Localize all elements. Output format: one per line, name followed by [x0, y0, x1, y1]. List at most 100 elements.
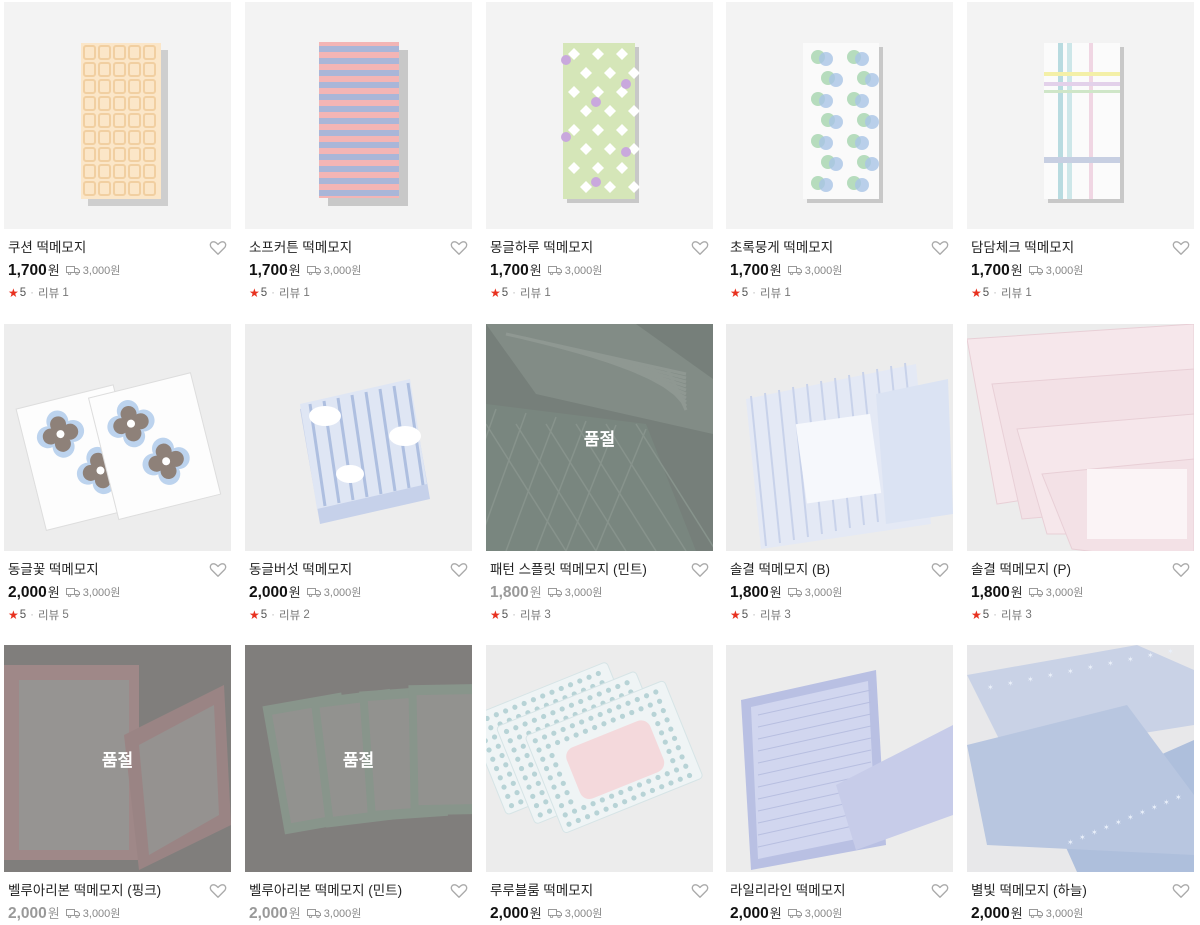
review-count[interactable]: 3 — [544, 609, 550, 621]
review-count[interactable]: 5 — [62, 609, 68, 621]
price-row: 2,000 원 3,000원 — [971, 903, 1190, 923]
currency-label: 원 — [769, 263, 782, 278]
product-thumbnail[interactable] — [726, 2, 953, 229]
shipping-fee: 3,000원 — [65, 262, 120, 278]
product-name[interactable]: 패턴 스플릿 떡메모지 (민트) — [490, 561, 709, 578]
review-count[interactable]: 2 — [303, 609, 309, 621]
heart-icon[interactable] — [931, 562, 949, 578]
heart-icon[interactable] — [931, 883, 949, 899]
product-name[interactable]: 소프커튼 떡메모지 — [249, 239, 468, 256]
product-thumbnail[interactable] — [486, 2, 713, 229]
product-card[interactable]: 동글꽃 떡메모지 2,000 원 3,000원 ★ 5 · 리뷰 5 — [4, 324, 231, 623]
product-thumbnail[interactable] — [726, 324, 953, 551]
product-card[interactable]: 담담체크 떡메모지 1,700 원 3,000원 ★ 5 · 리뷰 1 — [967, 2, 1194, 301]
product-card[interactable]: 몽글하루 떡메모지 1,700 원 3,000원 ★ 5 · 리뷰 1 — [486, 2, 713, 301]
product-name[interactable]: 벨루아리본 떡메모지 (핑크) — [8, 882, 227, 899]
review-label[interactable]: 리뷰 — [520, 607, 541, 623]
shipping-fee-text: 3,000원 — [804, 265, 843, 277]
heart-icon[interactable] — [450, 240, 468, 256]
review-label[interactable]: 리뷰 — [38, 607, 59, 623]
heart-icon[interactable] — [209, 562, 227, 578]
review-count[interactable]: 1 — [1025, 287, 1031, 299]
product-name[interactable]: 라일리라인 떡메모지 — [730, 882, 949, 899]
heart-icon[interactable] — [1172, 240, 1190, 256]
review-count[interactable]: 1 — [62, 287, 68, 299]
star-icon: ★ — [730, 608, 741, 622]
review-count[interactable]: 1 — [303, 287, 309, 299]
product-thumbnail[interactable] — [967, 324, 1194, 551]
heart-icon[interactable] — [450, 562, 468, 578]
product-name[interactable]: 별빛 떡메모지 (하늘) — [971, 882, 1190, 899]
product-name[interactable]: 동글꽃 떡메모지 — [8, 561, 227, 578]
product-card[interactable]: 소프커튼 떡메모지 1,700 원 3,000원 ★ 5 · 리뷰 1 — [245, 2, 472, 301]
product-name[interactable]: 솔결 떡메모지 (B) — [730, 561, 949, 578]
product-card[interactable]: 쿠션 떡메모지 1,700 원 3,000원 ★ 5 · 리뷰 1 — [4, 2, 231, 301]
product-thumbnail[interactable] — [726, 645, 953, 872]
product-card[interactable]: 솔결 떡메모지 (P) 1,800 원 3,000원 ★ 5 · 리뷰 3 — [967, 324, 1194, 623]
product-name[interactable]: 담담체크 떡메모지 — [971, 239, 1190, 256]
product-price: 1,700 — [8, 262, 47, 279]
product-thumbnail[interactable] — [4, 324, 231, 551]
product-thumbnail[interactable] — [245, 2, 472, 229]
product-name[interactable]: 동글버섯 떡메모지 — [249, 561, 468, 578]
product-card[interactable]: 동글버섯 떡메모지 2,000 원 3,000원 ★ 5 · 리뷰 2 — [245, 324, 472, 623]
product-thumbnail[interactable] — [486, 645, 713, 872]
product-image: ✶ ✶ ✶ ✶ ✶ ✶ ✶ ✶ ✶ ✶ ✶ ✶ ✶ ✶ ✶ ✶ ✶ ✶ ✶ ✶ — [967, 645, 1194, 872]
product-thumbnail[interactable]: 품절 — [245, 645, 472, 872]
product-card[interactable]: 라일리라인 떡메모지 2,000 원 3,000원 — [726, 645, 953, 923]
product-thumbnail[interactable] — [967, 2, 1194, 229]
truck-icon — [787, 265, 805, 275]
product-card[interactable]: 품절 벨루아리본 떡메모지 (핑크) 2,000 원 3,000원 — [4, 645, 231, 923]
heart-icon[interactable] — [691, 883, 709, 899]
product-image — [4, 324, 231, 551]
product-name[interactable]: 몽글하루 떡메모지 — [490, 239, 709, 256]
heart-icon[interactable] — [1172, 883, 1190, 899]
truck-icon — [306, 265, 324, 275]
shipping-fee-text: 3,000원 — [804, 587, 843, 599]
svg-text:✶: ✶ — [1139, 808, 1146, 817]
review-count[interactable]: 3 — [1025, 609, 1031, 621]
product-thumbnail[interactable] — [245, 324, 472, 551]
product-thumbnail[interactable]: ✶ ✶ ✶ ✶ ✶ ✶ ✶ ✶ ✶ ✶ ✶ ✶ ✶ ✶ ✶ ✶ ✶ ✶ ✶ ✶ — [967, 645, 1194, 872]
currency-label: 원 — [769, 585, 782, 600]
review-count[interactable]: 1 — [784, 287, 790, 299]
heart-icon[interactable] — [1172, 562, 1190, 578]
heart-icon[interactable] — [691, 562, 709, 578]
review-count[interactable]: 1 — [544, 287, 550, 299]
review-label[interactable]: 리뷰 — [279, 607, 300, 623]
review-label[interactable]: 리뷰 — [520, 285, 541, 301]
review-label[interactable]: 리뷰 — [1001, 607, 1022, 623]
review-label[interactable]: 리뷰 — [1001, 285, 1022, 301]
separator-dot: · — [512, 287, 517, 299]
product-card[interactable]: ✶ ✶ ✶ ✶ ✶ ✶ ✶ ✶ ✶ ✶ ✶ ✶ ✶ ✶ ✶ ✶ ✶ ✶ ✶ ✶ 별빛 떡메모지 (하늘) 2,000 원… — [967, 645, 1194, 923]
review-label[interactable]: 리뷰 — [760, 285, 781, 301]
review-count[interactable]: 3 — [784, 609, 790, 621]
review-label[interactable]: 리뷰 — [38, 285, 59, 301]
product-thumbnail[interactable]: 품절 — [4, 645, 231, 872]
product-name[interactable]: 쿠션 떡메모지 — [8, 239, 227, 256]
heart-icon[interactable] — [450, 883, 468, 899]
heart-icon[interactable] — [209, 883, 227, 899]
product-name[interactable]: 벨루아리본 떡메모지 (민트) — [249, 882, 468, 899]
product-card[interactable]: 초록뭉게 떡메모지 1,700 원 3,000원 ★ 5 · 리뷰 1 — [726, 2, 953, 301]
product-card[interactable]: 품절 패턴 스플릿 떡메모지 (민트) 1,800 원 3,000원 ★ 5 · 리… — [486, 324, 713, 623]
product-image — [726, 324, 953, 551]
product-card[interactable]: 품절 벨루아리본 떡메모지 (민트) 2,000 원 3,000원 — [245, 645, 472, 923]
shipping-fee-text: 3,000원 — [1045, 908, 1084, 920]
product-name[interactable]: 솔결 떡메모지 (P) — [971, 561, 1190, 578]
heart-icon[interactable] — [209, 240, 227, 256]
review-label[interactable]: 리뷰 — [760, 607, 781, 623]
review-label[interactable]: 리뷰 — [279, 285, 300, 301]
product-thumbnail[interactable]: 품절 — [486, 324, 713, 551]
product-card[interactable]: 솔결 떡메모지 (B) 1,800 원 3,000원 ★ 5 · 리뷰 3 — [726, 324, 953, 623]
product-name[interactable]: 루루블룸 떡메모지 — [490, 882, 709, 899]
product-thumbnail[interactable] — [4, 2, 231, 229]
product-name[interactable]: 초록뭉게 떡메모지 — [730, 239, 949, 256]
heart-icon[interactable] — [691, 240, 709, 256]
product-card[interactable]: 루루블룸 떡메모지 2,000 원 3,000원 — [486, 645, 713, 923]
product-info: 소프커튼 떡메모지 1,700 원 3,000원 ★ 5 · 리뷰 1 — [245, 229, 472, 301]
truck-icon — [547, 908, 565, 918]
separator-dot: · — [512, 609, 517, 621]
heart-icon[interactable] — [931, 240, 949, 256]
product-image — [1044, 43, 1124, 203]
